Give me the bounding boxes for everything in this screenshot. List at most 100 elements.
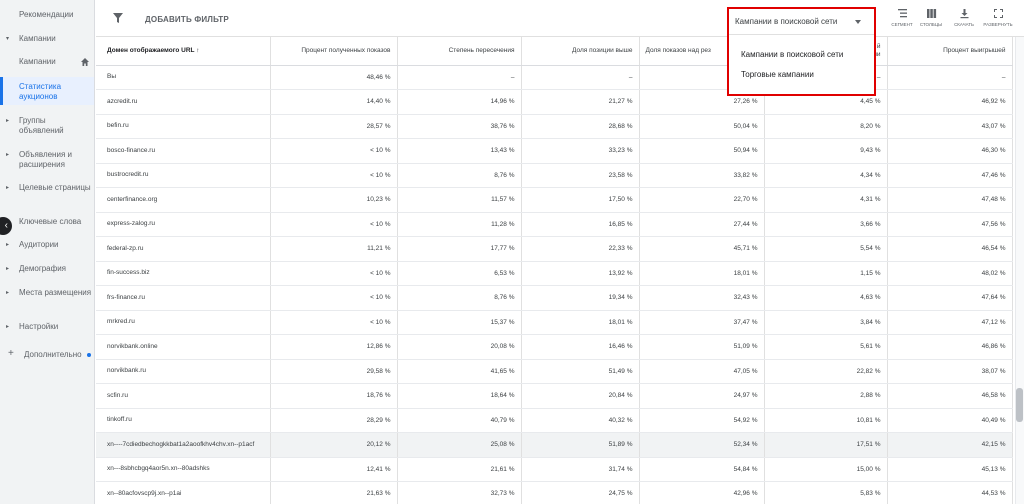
cell-outranking-share: 46,30 %: [887, 138, 1013, 164]
cell-overlap-rate: 18,64 %: [397, 383, 522, 409]
cell-position-above-rate: 20,84 %: [521, 383, 640, 409]
table-row[interactable]: xn----7cdiedbechogkkbat1a2aoofkhv4chv.xn…: [96, 432, 1013, 458]
cell-outranking-share: 43,07 %: [887, 114, 1013, 139]
option-search-campaigns[interactable]: Кампании в поисковой сети: [741, 50, 843, 59]
column-header-outranking-share[interactable]: Процент выигрышей: [887, 37, 1013, 66]
columns-icon: [926, 9, 936, 18]
column-header-domain[interactable]: Домен отображаемого URL ↑: [96, 37, 271, 66]
cell-position-above-rate: 21,27 %: [521, 89, 640, 115]
table-row[interactable]: centerfinance.org 10,23 % 11,57 % 17,50 % 22…: [96, 187, 1013, 213]
table-row[interactable]: xn---8sbhcbgq4aor5n.xn--80adshks 12,41 % 2…: [96, 457, 1013, 482]
cell-outranking-share: 46,92 %: [887, 89, 1013, 115]
cell-domain: mrkred.ru: [96, 310, 271, 335]
cell-impression-share: 18,76 %: [270, 383, 398, 409]
caret-right-icon: ▸: [6, 324, 10, 330]
table-row[interactable]: federal-zp.ru 11,21 % 17,77 % 22,33 % 45,71 …: [96, 236, 1013, 262]
cell-domain: befin.ru: [96, 114, 271, 139]
cell-top-of-page-rate: 27,44 %: [639, 212, 765, 237]
cell-overlap-rate: 15,37 %: [397, 310, 522, 335]
cell-impression-share: 20,12 %: [270, 432, 398, 458]
cell-impression-share: < 10 %: [270, 138, 398, 164]
sidebar-item-label: Целевые страницы: [19, 183, 91, 192]
auction-insights-table: Домен отображаемого URL ↑ Процент получе…: [96, 37, 1013, 504]
vertical-scrollbar[interactable]: [1015, 37, 1024, 504]
cell-outranking-share: 47,48 %: [887, 187, 1013, 213]
cell-overlap-rate: 11,57 %: [397, 187, 522, 213]
cell-top-of-page-rate: 33,82 %: [639, 163, 765, 188]
caret-right-icon: ▸: [6, 152, 10, 158]
download-icon: [960, 9, 968, 19]
table-row[interactable]: fin-success.biz < 10 % 6,53 % 13,92 % 18,01 …: [96, 261, 1013, 286]
cell-impression-share: 28,57 %: [270, 114, 398, 139]
cell-position-above-rate: 18,01 %: [521, 310, 640, 335]
chevron-left-icon: ‹: [4, 220, 8, 231]
columns-label: СТОЛБЦЫ: [919, 22, 943, 27]
add-filter-button[interactable]: ДОБАВИТЬ ФИЛЬТР: [145, 15, 229, 24]
cell-outranking-share: 48,02 %: [887, 261, 1013, 286]
table-row[interactable]: norvikbank.ru 29,58 % 41,65 % 51,49 % 47,05 …: [96, 359, 1013, 384]
cell-impression-share: 12,41 %: [270, 457, 398, 482]
campaign-type-selected: Кампании в поисковой сети: [735, 17, 838, 26]
column-header-position-above-rate[interactable]: Доля позиции выше: [521, 37, 640, 66]
table-row[interactable]: express-zalog.ru < 10 % 11,28 % 16,85 % 27,4…: [96, 212, 1013, 237]
cell-overlap-rate: 32,73 %: [397, 481, 522, 504]
cell-domain: frs-finance.ru: [96, 285, 271, 311]
caret-right-icon: ▸: [6, 266, 10, 272]
cell-domain: norvikbank.ru: [96, 359, 271, 384]
caret-down-icon: ▾: [6, 36, 10, 42]
cell-overlap-rate: 21,61 %: [397, 457, 522, 482]
scrollbar-thumb[interactable]: [1016, 388, 1023, 422]
table-row[interactable]: xn--80acfovscp9j.xn--p1ai 21,63 % 32,73 % 2…: [96, 481, 1013, 504]
cell-overlap-rate: 17,77 %: [397, 236, 522, 262]
table-row[interactable]: mrkred.ru < 10 % 15,37 % 18,01 % 37,47 % 3,84…: [96, 310, 1013, 335]
home-icon: [81, 58, 89, 66]
table-row[interactable]: bustrocredit.ru < 10 % 8,76 % 23,58 % 33,82 …: [96, 163, 1013, 188]
cell-abs-top-rate: 22,82 %: [764, 359, 888, 384]
column-header-overlap-rate[interactable]: Степень пересечения: [397, 37, 522, 66]
cell-overlap-rate: 8,76 %: [397, 163, 522, 188]
fullscreen-icon: [993, 9, 1003, 18]
cell-impression-share: 11,21 %: [270, 236, 398, 262]
cell-abs-top-rate: 5,61 %: [764, 334, 888, 360]
cell-abs-top-rate: 8,20 %: [764, 114, 888, 139]
option-shopping-campaigns[interactable]: Торговые кампании: [741, 70, 814, 79]
cell-domain: centerfinance.org: [96, 187, 271, 213]
sidebar-item-label: Группы объявлений: [19, 116, 64, 135]
cell-impression-share: < 10 %: [270, 261, 398, 286]
cell-outranking-share: –: [887, 65, 1013, 90]
expand-button[interactable]: РАЗВЕРНУТЬ: [978, 8, 1018, 27]
cell-domain: azcredit.ru: [96, 89, 271, 115]
sidebar: Рекомендации ▾ Кампании Кампании Статист…: [0, 0, 95, 504]
table-row[interactable]: befin.ru 28,57 % 38,76 % 28,68 % 50,04 % 8,20…: [96, 114, 1013, 139]
column-header-impression-share[interactable]: Процент полученных показов: [270, 37, 398, 66]
cell-outranking-share: 47,56 %: [887, 212, 1013, 237]
cell-abs-top-rate: 5,83 %: [764, 481, 888, 504]
cell-position-above-rate: 22,33 %: [521, 236, 640, 262]
cell-abs-top-rate: 5,54 %: [764, 236, 888, 262]
cell-outranking-share: 44,53 %: [887, 481, 1013, 504]
sidebar-item-label: Аудитории: [19, 240, 59, 249]
cell-top-of-page-rate: 47,05 %: [639, 359, 765, 384]
cell-overlap-rate: 13,43 %: [397, 138, 522, 164]
table-row[interactable]: frs-finance.ru < 10 % 8,76 % 19,34 % 32,43 %…: [96, 285, 1013, 311]
campaign-type-select[interactable]: Кампании в поисковой сети: [729, 9, 874, 35]
filter-icon[interactable]: [112, 12, 124, 24]
cell-overlap-rate: 25,08 %: [397, 432, 522, 458]
cell-position-above-rate: 33,23 %: [521, 138, 640, 164]
cell-impression-share: < 10 %: [270, 212, 398, 237]
cell-overlap-rate: 8,76 %: [397, 285, 522, 311]
cell-top-of-page-rate: 24,97 %: [639, 383, 765, 409]
table-row[interactable]: bosco-finance.ru < 10 % 13,43 % 33,23 % 50,9…: [96, 138, 1013, 164]
table-row[interactable]: tinkoff.ru 28,29 % 40,79 % 40,32 % 54,92 % 10…: [96, 408, 1013, 433]
cell-domain: xn--80acfovscp9j.xn--p1ai: [96, 481, 271, 504]
sidebar-item-auction-insights[interactable]: Статистика аукционов: [0, 77, 94, 105]
table-row[interactable]: scfin.ru 18,76 % 18,64 % 20,84 % 24,97 % 2,88…: [96, 383, 1013, 409]
segment-label: СЕГМЕНТ: [891, 22, 913, 27]
cell-domain: xn---8sbhcbgq4aor5n.xn--80adshks: [96, 457, 271, 482]
sidebar-item-label: Настройки: [19, 322, 59, 331]
column-header-label: Домен отображаемого URL ↑: [107, 47, 200, 55]
notification-dot: [87, 353, 91, 357]
cell-position-above-rate: 31,74 %: [521, 457, 640, 482]
table-row[interactable]: norvikbank.online 12,86 % 20,08 % 16,46 % 51…: [96, 334, 1013, 360]
cell-position-above-rate: 23,58 %: [521, 163, 640, 188]
